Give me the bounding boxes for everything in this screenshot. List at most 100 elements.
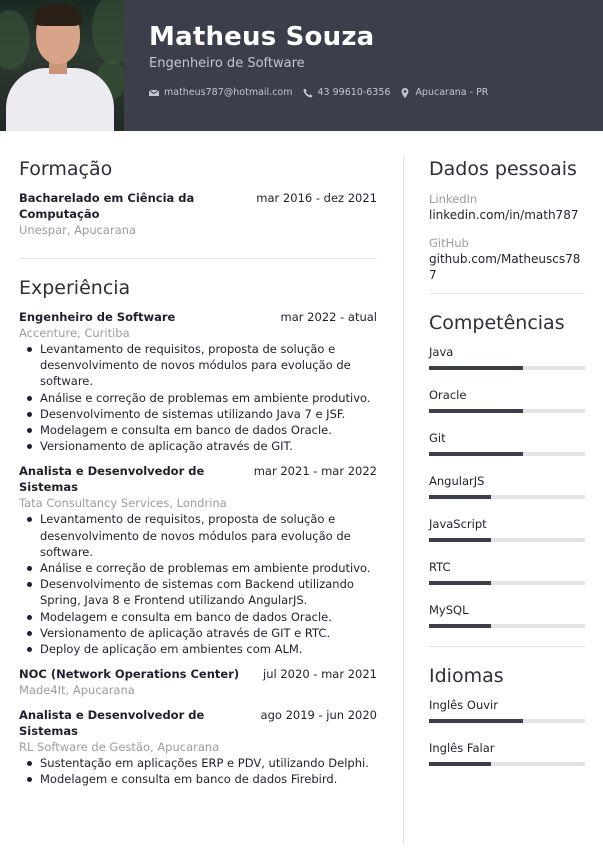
entry-org: Unespar, Apucarana bbox=[19, 223, 137, 237]
formacao-section: Formação Bacharelado em Ciência da Compu… bbox=[19, 156, 377, 259]
skill-item: Git bbox=[429, 430, 585, 456]
section-title-dados: Dados pessoais bbox=[429, 158, 577, 180]
skill-name: Java bbox=[429, 345, 454, 359]
phone-icon bbox=[303, 88, 312, 97]
skill-item: JavaScript bbox=[429, 516, 585, 542]
contact-location: Apucarana - PR bbox=[400, 87, 488, 98]
skill-level-bar bbox=[429, 581, 585, 585]
resume-header: Matheus Souza Engenheiro de Software mat… bbox=[0, 0, 603, 131]
entry-date: mar 2016 - dez 2021 bbox=[256, 191, 377, 205]
entry-title: Analista e Desenvolvedor de Sistemas bbox=[19, 708, 205, 739]
column-divider bbox=[403, 156, 404, 846]
entry-org: Made4It, Apucarana bbox=[19, 683, 135, 698]
skill-level-bar bbox=[429, 624, 585, 628]
skill-item: MySQL bbox=[429, 602, 585, 628]
list-item: Análise e correção de problemas em ambie… bbox=[19, 390, 377, 406]
section-divider bbox=[429, 646, 585, 647]
skill-level-bar bbox=[429, 452, 585, 456]
entry-title: Engenheiro de Software bbox=[19, 310, 176, 324]
entry-date: jul 2020 - mar 2021 bbox=[263, 667, 377, 682]
list-item: Desenvolvimento de sistemas utilizando J… bbox=[19, 406, 377, 422]
skill-item: RTC bbox=[429, 559, 585, 585]
languages-list: Inglês Ouvir Inglês Falar bbox=[429, 697, 585, 766]
section-divider bbox=[19, 258, 377, 259]
skill-level-fill bbox=[429, 719, 523, 723]
skill-name: Inglês Falar bbox=[429, 741, 495, 755]
contact-list: matheus787@hotmail.com 43 99610-6356 Apu… bbox=[149, 87, 488, 98]
skill-name: Oracle bbox=[429, 388, 467, 402]
linkedin-label: LinkedIn bbox=[429, 192, 478, 206]
skill-name: MySQL bbox=[429, 603, 469, 617]
contact-email-text: matheus787@hotmail.com bbox=[164, 87, 293, 98]
map-pin-icon bbox=[402, 87, 409, 98]
list-item: Desenvolvimento de sistemas com Backend … bbox=[19, 576, 377, 608]
skill-level-fill bbox=[429, 366, 523, 370]
entry-org: Accenture, Curitiba bbox=[19, 326, 130, 340]
sidebar-column: Dados pessoais LinkedIn linkedin.com/in/… bbox=[429, 156, 585, 766]
skill-name: Git bbox=[429, 431, 446, 445]
skill-level-fill bbox=[429, 409, 523, 413]
entry-date: ago 2019 - jun 2020 bbox=[260, 708, 377, 723]
list-item: Modelagem e consulta em banco de dados F… bbox=[19, 771, 377, 787]
github-link[interactable]: github.com/Matheuscs787 bbox=[429, 251, 585, 283]
skills-list: Java Oracle Git AngularJS JavaScript RTC MySQL bbox=[429, 344, 585, 628]
skill-level-fill bbox=[429, 452, 523, 456]
section-title-idiomas: Idiomas bbox=[429, 665, 504, 687]
entry-bullets: Sustentação em aplicações ERP e PDV, uti… bbox=[19, 755, 377, 787]
entry-title: NOC (Network Operations Center) bbox=[19, 667, 240, 682]
skill-level-fill bbox=[429, 495, 492, 499]
list-item: Análise e correção de problemas em ambie… bbox=[19, 560, 377, 576]
skill-level-bar bbox=[429, 762, 585, 766]
person-name: Matheus Souza bbox=[149, 22, 375, 52]
experience-entry: NOC (Network Operations Center) jul 2020… bbox=[19, 666, 377, 698]
experience-entry: Analista e Desenvolvedor de Sistemas mar… bbox=[19, 463, 377, 657]
skill-level-bar bbox=[429, 409, 585, 413]
experience-entry: Analista e Desenvolvedor de Sistemas ago… bbox=[19, 707, 377, 787]
skill-name: AngularJS bbox=[429, 474, 485, 488]
skill-level-fill bbox=[429, 581, 492, 585]
idiomas-section: Idiomas Inglês Ouvir Inglês Falar bbox=[429, 663, 585, 766]
experiencia-section: Experiência Engenheiro de Software mar 2… bbox=[19, 275, 377, 788]
github-label: GitHub bbox=[429, 236, 469, 250]
skill-item: AngularJS bbox=[429, 473, 585, 499]
section-title-competencias: Competências bbox=[429, 312, 565, 334]
dados-section: Dados pessoais LinkedIn linkedin.com/in/… bbox=[429, 156, 585, 294]
entry-date: mar 2021 - mar 2022 bbox=[253, 464, 377, 479]
section-title-experiencia: Experiência bbox=[19, 277, 131, 299]
skill-level-bar bbox=[429, 495, 585, 499]
contact-email[interactable]: matheus787@hotmail.com bbox=[149, 87, 293, 98]
skill-name: RTC bbox=[429, 560, 451, 574]
skill-item: Oracle bbox=[429, 387, 585, 413]
list-item: Versionamento de aplicação através de GI… bbox=[19, 438, 377, 454]
entry-title: Analista e Desenvolvedor de Sistemas bbox=[19, 464, 205, 495]
linkedin-link[interactable]: linkedin.com/in/math787 bbox=[429, 207, 585, 223]
section-title-formacao: Formação bbox=[19, 158, 113, 180]
main-column: Formação Bacharelado em Ciência da Compu… bbox=[19, 156, 377, 788]
entry-date: mar 2022 - atual bbox=[280, 310, 377, 324]
contact-phone[interactable]: 43 99610-6356 bbox=[303, 87, 391, 98]
experience-entry: Engenheiro de Software mar 2022 - atual … bbox=[19, 309, 377, 454]
profile-photo bbox=[0, 0, 124, 131]
contact-phone-text: 43 99610-6356 bbox=[317, 87, 391, 98]
skill-name: Inglês Ouvir bbox=[429, 698, 498, 712]
entry-bullets: Levantamento de requisitos, proposta de … bbox=[19, 341, 377, 454]
skill-level-fill bbox=[429, 762, 492, 766]
person-role: Engenheiro de Software bbox=[149, 56, 305, 71]
envelope-icon bbox=[149, 89, 159, 96]
section-divider bbox=[429, 293, 585, 294]
skill-level-bar bbox=[429, 538, 585, 542]
formacao-entry: Bacharelado em Ciência da Computação mar… bbox=[19, 190, 377, 238]
skill-level-fill bbox=[429, 538, 492, 542]
skill-level-bar bbox=[429, 719, 585, 723]
list-item: Deploy de aplicação em ambientes com ALM… bbox=[19, 641, 377, 657]
list-item: Modelagem e consulta em banco de dados O… bbox=[19, 422, 377, 438]
list-item: Sustentação em aplicações ERP e PDV, uti… bbox=[19, 755, 377, 771]
skill-name: JavaScript bbox=[429, 517, 487, 531]
entry-title: Bacharelado em Ciência da Computação bbox=[19, 191, 195, 221]
skill-level-bar bbox=[429, 366, 585, 370]
contact-location-text: Apucarana - PR bbox=[415, 87, 489, 98]
entry-bullets: Levantamento de requisitos, proposta de … bbox=[19, 511, 377, 657]
entry-org: RL Software de Gestão, Apucarana bbox=[19, 740, 220, 755]
list-item: Modelagem e consulta em banco de dados O… bbox=[19, 609, 377, 625]
list-item: Levantamento de requisitos, proposta de … bbox=[19, 341, 377, 390]
